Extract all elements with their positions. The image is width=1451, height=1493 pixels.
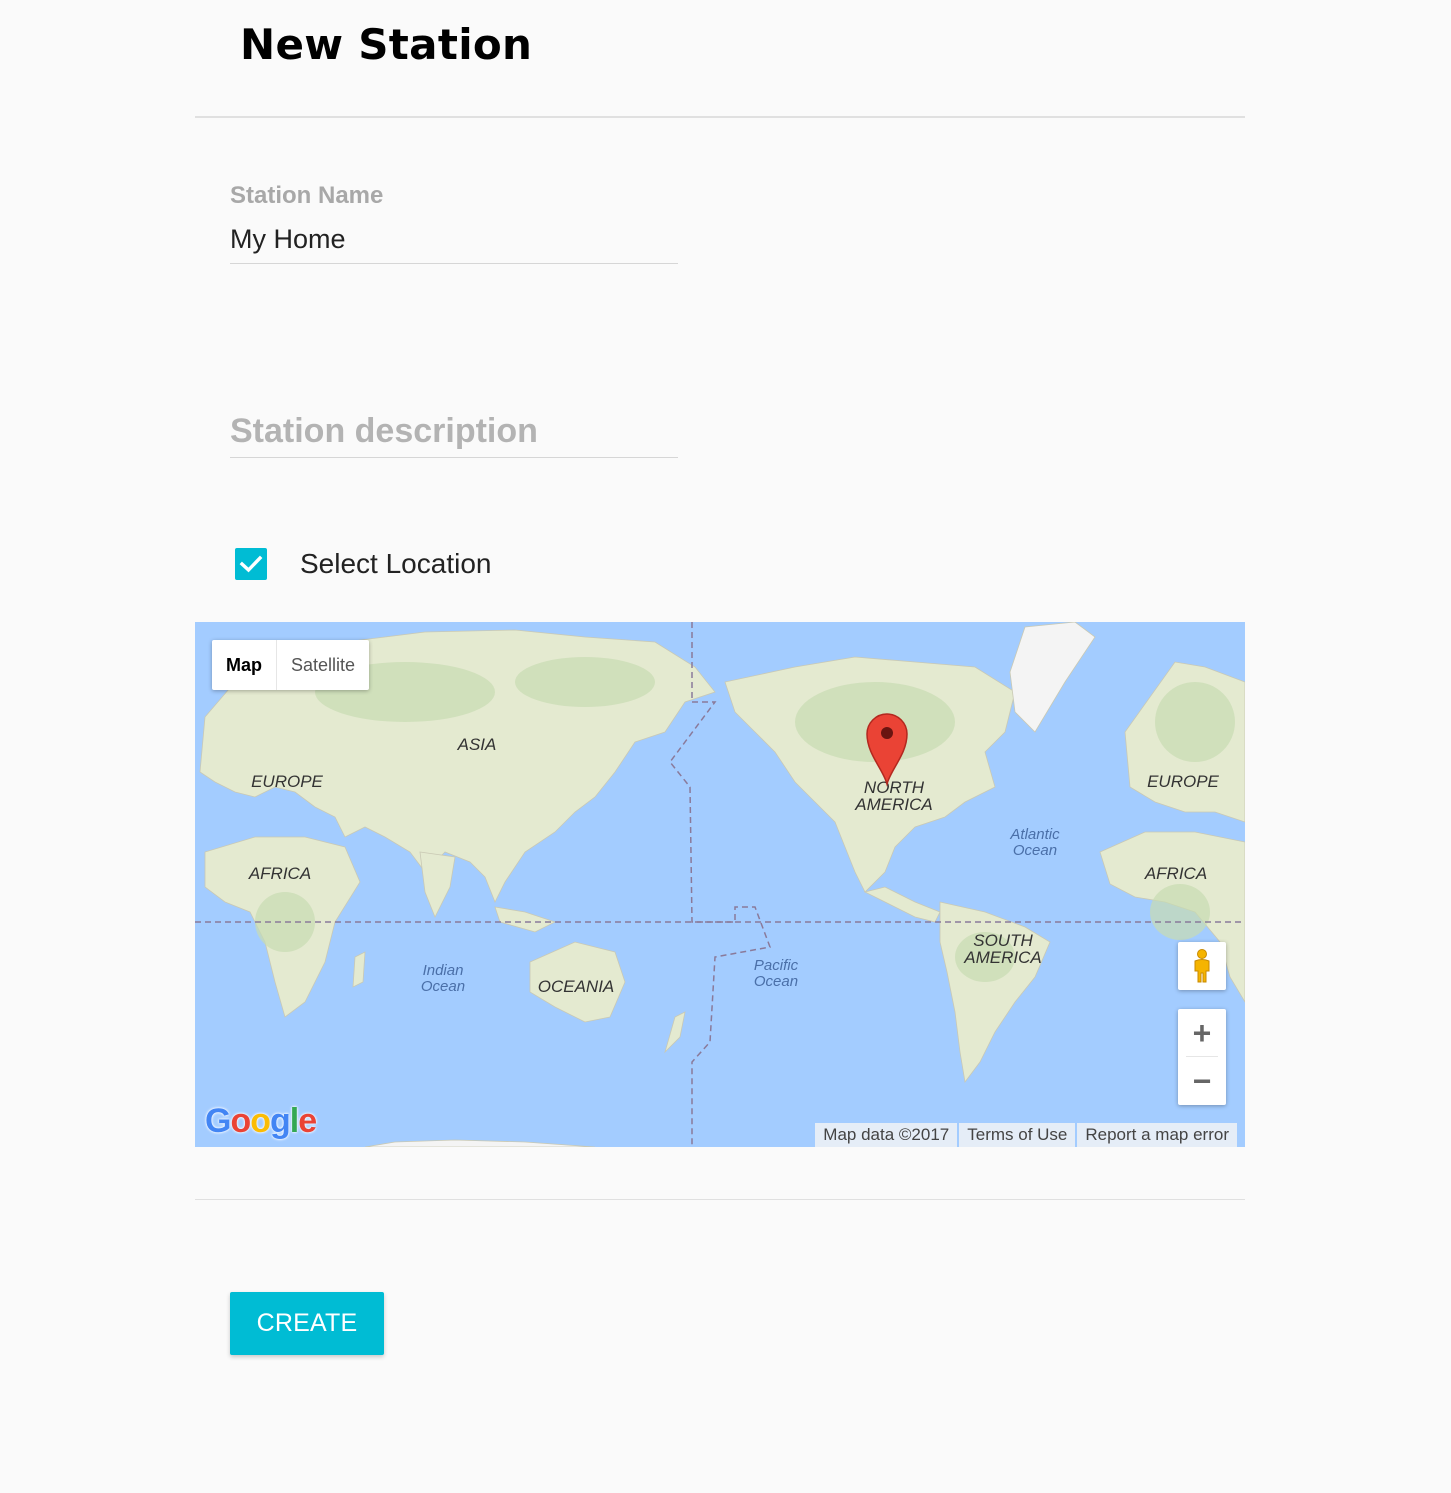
map-label-pacific-1: Pacific bbox=[754, 957, 799, 974]
footer-divider bbox=[195, 1199, 1245, 1200]
zoom-out-button[interactable]: − bbox=[1178, 1057, 1226, 1105]
map-label-north-america-2: AMERICA bbox=[854, 795, 932, 814]
location-map[interactable]: ASIA EUROPE AFRICA EUROPE AFRICA NORTH A… bbox=[195, 622, 1245, 1147]
header-divider bbox=[195, 116, 1245, 118]
zoom-in-button[interactable]: + bbox=[1178, 1009, 1226, 1057]
map-label-pacific-2: Ocean bbox=[754, 973, 798, 990]
zoom-separator bbox=[1186, 1056, 1218, 1057]
station-name-label: Station Name bbox=[230, 182, 384, 209]
map-label-africa-right: AFRICA bbox=[1144, 864, 1207, 883]
map-label-africa-left: AFRICA bbox=[248, 864, 311, 883]
terms-of-use-link[interactable]: Terms of Use bbox=[959, 1123, 1076, 1147]
map-label-oceania: OCEANIA bbox=[538, 977, 615, 996]
map-type-map-button[interactable]: Map bbox=[212, 640, 277, 690]
map-data-text: Map data ©2017 bbox=[815, 1123, 958, 1147]
create-button[interactable]: CREATE bbox=[230, 1292, 384, 1355]
station-description-input[interactable]: Station description bbox=[230, 412, 678, 451]
select-location-checkbox[interactable] bbox=[235, 548, 267, 580]
zoom-control: + − bbox=[1178, 1009, 1226, 1105]
map-label-asia: ASIA bbox=[457, 735, 497, 754]
map-label-atlantic-1: Atlantic bbox=[1009, 826, 1060, 843]
station-name-input[interactable]: My Home bbox=[230, 224, 678, 255]
map-label-indian-2: Ocean bbox=[421, 978, 465, 995]
world-map-canvas[interactable]: ASIA EUROPE AFRICA EUROPE AFRICA NORTH A… bbox=[195, 622, 1245, 1147]
map-label-south-america-2: AMERICA bbox=[963, 948, 1041, 967]
map-label-europe-left: EUROPE bbox=[251, 772, 323, 791]
select-location-label: Select Location bbox=[300, 548, 492, 579]
station-name-underline bbox=[230, 263, 678, 264]
map-type-satellite-button[interactable]: Satellite bbox=[277, 640, 369, 690]
station-description-underline bbox=[230, 457, 678, 458]
select-location-row[interactable]: Select Location bbox=[235, 548, 491, 580]
map-label-atlantic-2: Ocean bbox=[1013, 842, 1057, 859]
station-name-field[interactable]: Station Name My Home bbox=[230, 182, 678, 264]
page-title: New Station bbox=[240, 20, 533, 69]
pegman-icon bbox=[1194, 949, 1210, 983]
report-map-error-link[interactable]: Report a map error bbox=[1077, 1123, 1237, 1147]
google-logo[interactable]: Google bbox=[205, 1102, 317, 1141]
new-station-page: New Station Station Name My Home Station… bbox=[0, 0, 1451, 1493]
map-label-indian-1: Indian bbox=[423, 962, 464, 979]
map-attribution: Map data ©2017 Terms of Use Report a map… bbox=[815, 1123, 1237, 1147]
checkmark-icon bbox=[239, 555, 263, 573]
map-label-europe-right: EUROPE bbox=[1147, 772, 1219, 791]
station-description-field[interactable]: Station description bbox=[230, 412, 678, 458]
pegman-button[interactable] bbox=[1178, 942, 1226, 990]
map-type-control: Map Satellite bbox=[212, 640, 370, 690]
